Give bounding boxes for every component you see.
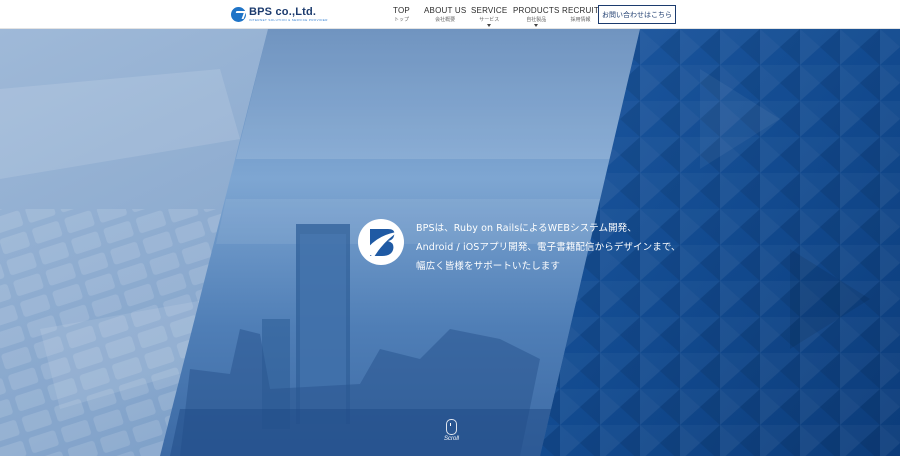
nav-item-label: RECRUIT <box>562 6 599 15</box>
nav-item-about-us[interactable]: ABOUT US 会社概要 <box>424 6 466 24</box>
tagline-line-2: Android / iOSアプリ開発、電子書籍配信からデザインまで、 <box>416 242 681 253</box>
nav-item-sublabel: 自社製品 <box>526 17 547 23</box>
bps-logo-icon <box>358 219 404 265</box>
logo-wordmark: BPS co.,Ltd. <box>249 5 317 18</box>
bps-logo-icon <box>231 6 246 22</box>
nav-item-sublabel: サービス <box>479 17 500 23</box>
nav-item-recruit[interactable]: RECRUIT 採用情報 <box>562 6 599 24</box>
site-header: BPS co.,Ltd. INTERNET SOLUTION & SERVICE… <box>0 0 900 29</box>
caret-down-icon <box>534 24 539 27</box>
scroll-indicator[interactable]: Scroll <box>444 419 459 442</box>
nav-item-sublabel: 会社概要 <box>435 17 456 23</box>
nav-item-sublabel: 採用情報 <box>570 17 591 23</box>
hero-section: BPSは、Ruby on RailsによるWEBシステム開発、 Android … <box>0 29 900 456</box>
nav-item-products[interactable]: PRODUCTS 自社製品 <box>513 6 560 27</box>
nav-item-top[interactable]: TOP トップ <box>393 6 410 24</box>
tagline-line-3: 幅広く皆様をサポートいたします <box>416 261 561 272</box>
nav-item-label: SERVICE <box>471 6 508 15</box>
nav-item-sublabel: トップ <box>393 17 409 23</box>
nav-item-label: PRODUCTS <box>513 6 560 15</box>
tagline-line-1: BPSは、Ruby on RailsによるWEBシステム開発、 <box>416 223 637 234</box>
site-logo[interactable]: BPS co.,Ltd. INTERNET SOLUTION & SERVICE… <box>231 5 328 23</box>
caret-down-icon <box>487 24 492 27</box>
nav-item-label: ABOUT US <box>424 6 467 15</box>
scroll-label: Scroll <box>444 436 460 442</box>
nav-item-label: TOP <box>393 6 410 15</box>
mouse-scroll-icon <box>446 419 457 435</box>
nav-item-service[interactable]: SERVICE サービス <box>471 6 507 27</box>
contact-button[interactable]: お問い合わせはこちら <box>598 5 676 24</box>
logo-tagline: INTERNET SOLUTION & SERVICE PROVIDER <box>249 17 328 22</box>
